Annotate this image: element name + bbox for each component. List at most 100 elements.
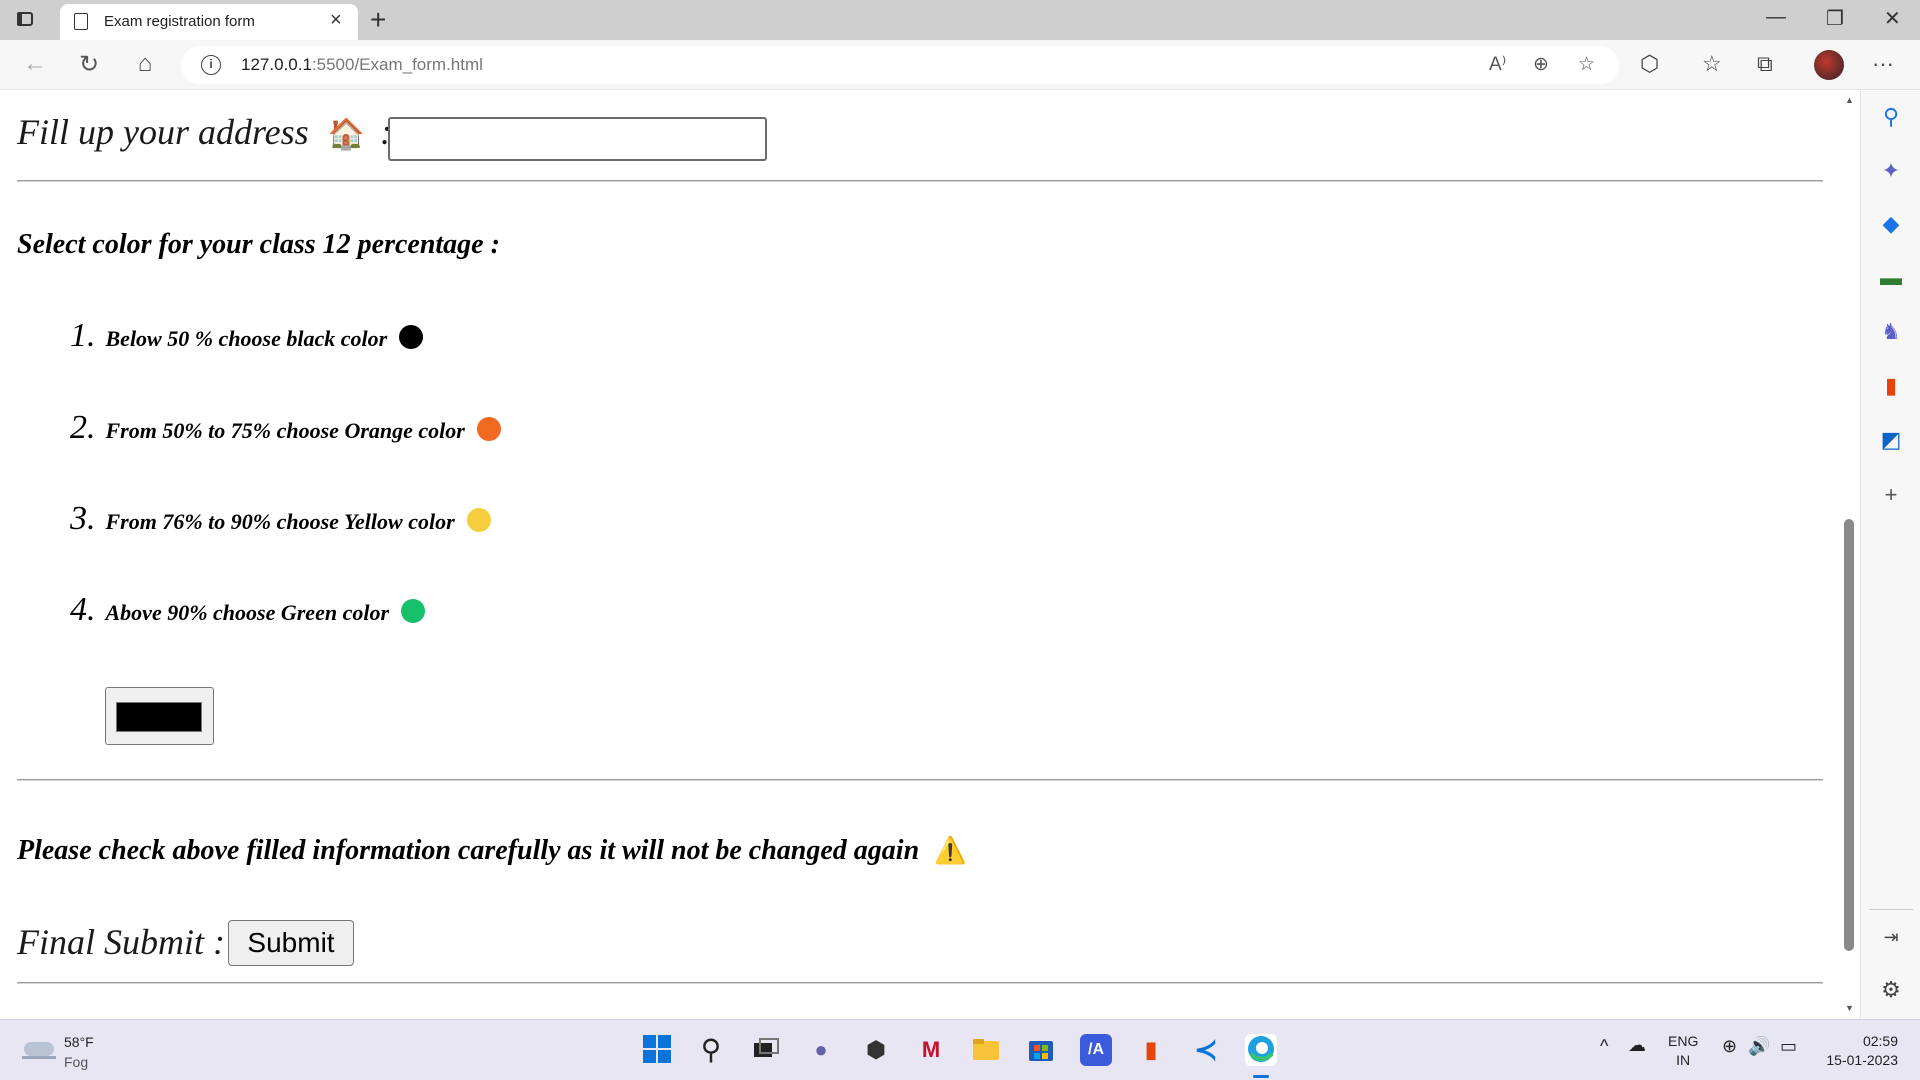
vertical-scrollbar[interactable]: ▲ ▼ xyxy=(1840,91,1858,1019)
minimize-icon[interactable]: — xyxy=(1766,6,1786,29)
tab-actions-icon[interactable] xyxy=(14,9,36,31)
clock[interactable]: 02:59 15-01-2023 xyxy=(1818,1032,1898,1070)
black-circle-icon xyxy=(399,325,424,349)
show-hidden-icons-icon[interactable]: ^ xyxy=(1600,1037,1608,1056)
task-view-icon[interactable] xyxy=(750,1034,782,1066)
list-number: 3. xyxy=(70,500,96,537)
temperature: 58°F xyxy=(64,1034,94,1050)
add-favorite-icon[interactable]: ☆ xyxy=(1578,53,1595,76)
windows-taskbar: 58°F Fog ⚲ ● ⬢ M /A ▮ ≺ ^ ☁ ENG IN ⊕ 🔊 ▭… xyxy=(0,1019,1920,1080)
tab-exam-form[interactable]: Exam registration form × xyxy=(60,4,358,40)
add-icon[interactable]: + xyxy=(1877,481,1905,509)
extensions-icon[interactable]: ⬡ xyxy=(1640,51,1659,77)
list-item: 2. From 50% to 75% choose Orange color xyxy=(70,409,501,447)
close-tab-icon[interactable]: × xyxy=(330,9,342,32)
submit-button[interactable]: Submit xyxy=(228,920,354,966)
list-number: 1. xyxy=(70,317,96,354)
outlook-icon[interactable]: ◩ xyxy=(1877,426,1905,454)
address-input[interactable] xyxy=(388,117,767,161)
site-info-icon[interactable]: i xyxy=(201,55,221,75)
divider xyxy=(17,779,1823,781)
yellow-circle-icon xyxy=(466,508,491,532)
language-indicator[interactable]: ENG IN xyxy=(1668,1032,1698,1070)
home-icon[interactable]: ⌂ xyxy=(130,50,160,78)
scroll-up-arrow-icon[interactable]: ▲ xyxy=(1845,95,1854,105)
final-submit-label: Final Submit : xyxy=(17,922,225,962)
mcafee-icon[interactable]: M xyxy=(915,1034,947,1066)
scroll-down-arrow-icon[interactable]: ▼ xyxy=(1845,1003,1854,1013)
edge-icon[interactable] xyxy=(1245,1034,1277,1066)
windows-start-icon[interactable] xyxy=(641,1034,673,1066)
warning-text: Please check above filled information ca… xyxy=(17,835,920,866)
sparkle-icon[interactable]: ✦ xyxy=(1877,157,1905,185)
divider xyxy=(17,982,1823,984)
list-item: 4. Above 90% choose Green color xyxy=(70,591,426,629)
url-host: 127.0.0.1 xyxy=(241,55,312,74)
store-icon[interactable] xyxy=(1025,1034,1057,1066)
office-icon[interactable]: ▮ xyxy=(1877,372,1905,400)
option-text: Below 50 % choose black color xyxy=(105,326,388,351)
house-icon: 🏠 xyxy=(327,118,366,151)
tab-title: Exam registration form xyxy=(104,13,255,30)
restore-icon[interactable]: ❐ xyxy=(1826,6,1844,31)
search-icon[interactable]: ⚲ xyxy=(695,1034,727,1066)
region-code: IN xyxy=(1676,1052,1691,1068)
address-row: Fill up your address 🏠 : xyxy=(17,111,392,153)
chat-icon[interactable]: ● xyxy=(805,1034,837,1066)
address-bar[interactable]: i 127.0.0.1:5500/Exam_form.html A⁾ ⊕ ☆ xyxy=(181,46,1619,84)
active-app-indicator xyxy=(1253,1075,1269,1078)
edge-sidebar: ⚲ ✦ ◆ ▬ ♞ ▮ ◩ + ⇥ ⚙ xyxy=(1860,91,1920,1019)
volume-icon[interactable]: 🔊 xyxy=(1748,1037,1770,1056)
color-heading: Select color for your class 12 percentag… xyxy=(17,229,500,260)
vpn-status-icon[interactable]: ☁ xyxy=(1628,1036,1646,1055)
office-icon[interactable]: ▮ xyxy=(1135,1034,1167,1066)
hide-sidebar-icon[interactable]: ⇥ xyxy=(1877,923,1905,951)
color-picker[interactable] xyxy=(105,687,214,745)
warning-message: Please check above filled information ca… xyxy=(17,835,967,867)
page-icon xyxy=(74,13,88,30)
list-item: 1. Below 50 % choose black color xyxy=(70,317,424,355)
more-options-icon[interactable]: ··· xyxy=(1872,51,1894,77)
collections-icon[interactable]: ⧉ xyxy=(1757,51,1773,77)
vscode-icon[interactable]: ≺ xyxy=(1190,1034,1222,1066)
orange-circle-icon xyxy=(476,417,501,441)
scrollbar-thumb[interactable] xyxy=(1844,519,1854,951)
time: 02:59 xyxy=(1862,1033,1898,1049)
whiteboard-icon[interactable]: /A xyxy=(1080,1034,1112,1066)
favorites-icon[interactable]: ☆ xyxy=(1702,51,1722,77)
list-number: 4. xyxy=(70,591,96,628)
zoom-icon[interactable]: ⊕ xyxy=(1533,53,1549,76)
back-icon[interactable]: ← xyxy=(20,50,50,78)
network-icon[interactable]: ⊕ xyxy=(1722,1037,1737,1056)
app-cube-icon[interactable]: ⬢ xyxy=(860,1034,892,1066)
weather-widget[interactable]: 58°F Fog xyxy=(64,1032,94,1072)
option-text: From 76% to 90% choose Yellow color xyxy=(105,509,455,534)
tag-icon[interactable]: ◆ xyxy=(1877,210,1905,238)
language-code: ENG xyxy=(1668,1033,1699,1049)
address-label: Fill up your address xyxy=(17,112,309,152)
read-aloud-icon[interactable]: A⁾ xyxy=(1489,53,1506,76)
tools-icon[interactable]: ▬ xyxy=(1877,264,1905,292)
divider xyxy=(17,180,1823,182)
close-window-icon[interactable]: ✕ xyxy=(1884,6,1901,31)
search-icon[interactable]: ⚲ xyxy=(1877,103,1905,131)
green-circle-icon xyxy=(401,599,426,623)
option-text: Above 90% choose Green color xyxy=(105,600,390,625)
list-number: 2. xyxy=(70,409,96,446)
settings-icon[interactable]: ⚙ xyxy=(1877,976,1905,1004)
new-tab-icon[interactable]: + xyxy=(370,4,386,36)
option-text: From 50% to 75% choose Orange color xyxy=(105,418,465,443)
browser-tab-strip: Exam registration form × + — ❐ ✕ xyxy=(0,0,1920,40)
page-content: Fill up your address 🏠 : Select color fo… xyxy=(0,91,1840,1019)
sidebar-divider xyxy=(1869,909,1913,910)
fog-weather-icon[interactable] xyxy=(22,1032,58,1068)
url-text[interactable]: 127.0.0.1:5500/Exam_form.html xyxy=(241,55,483,75)
profile-avatar[interactable] xyxy=(1814,50,1844,80)
file-explorer-icon[interactable] xyxy=(970,1034,1002,1066)
warning-icon: ⚠️ xyxy=(934,836,967,865)
list-item: 3. From 76% to 90% choose Yellow color xyxy=(70,500,491,538)
refresh-icon[interactable]: ↻ xyxy=(74,50,104,79)
date: 15-01-2023 xyxy=(1826,1052,1898,1068)
games-icon[interactable]: ♞ xyxy=(1877,318,1905,346)
battery-icon[interactable]: ▭ xyxy=(1780,1037,1797,1056)
